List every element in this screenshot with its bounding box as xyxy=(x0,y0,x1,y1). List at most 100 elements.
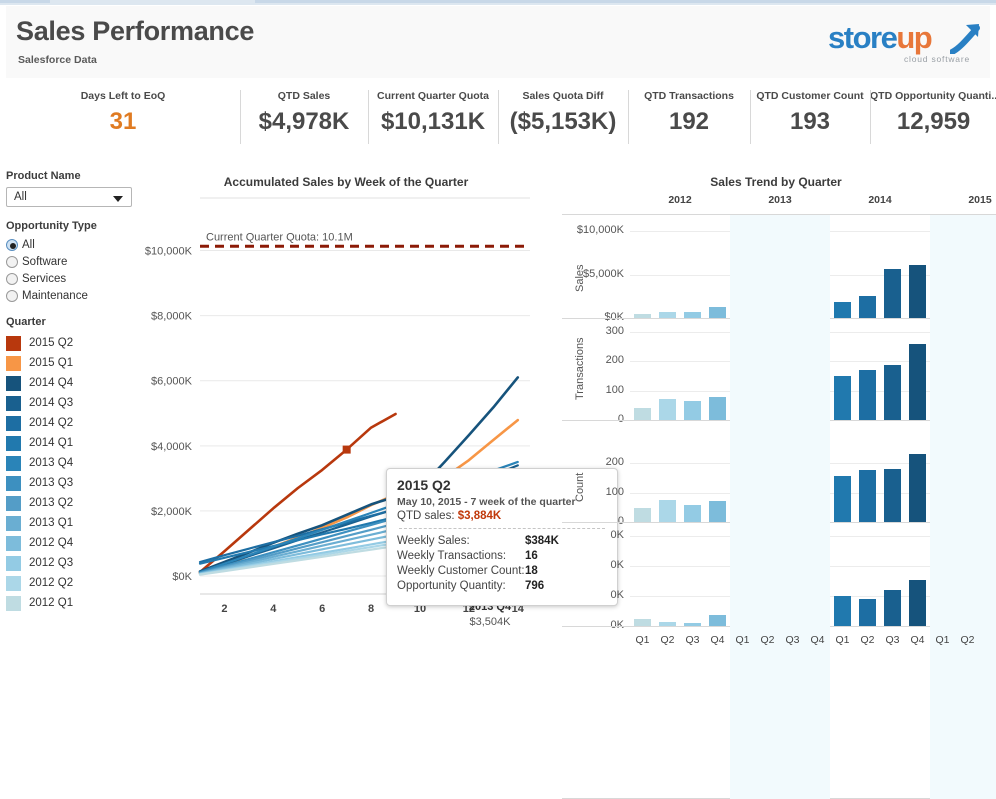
quarter-legend-item-0[interactable]: 2015 Q2 xyxy=(6,333,142,353)
kpi-card-3: Sales Quota Diff ($5,153K) xyxy=(498,86,628,148)
kpi-card-4: QTD Transactions 192 xyxy=(628,86,750,148)
trend-bar[interactable] xyxy=(884,468,901,522)
kpi-value: 192 xyxy=(668,108,710,135)
trend-bar[interactable] xyxy=(909,264,926,318)
trend-bar[interactable] xyxy=(909,344,926,420)
quarter-legend-item-13[interactable]: 2012 Q1 xyxy=(6,593,142,613)
trend-bar[interactable] xyxy=(834,595,851,626)
quarter-axis-label-11: Q4 xyxy=(910,634,925,646)
quarter-color-swatch xyxy=(6,475,21,491)
opportunity-type-option-label: Software xyxy=(22,256,68,268)
quarter-legend-label: 2014 Q1 xyxy=(29,437,74,449)
quarter-color-swatch xyxy=(6,335,21,351)
quota-reference-label: Current Quarter Quota: 10.1M xyxy=(206,231,353,243)
quarter-legend-item-10[interactable]: 2012 Q4 xyxy=(6,533,142,553)
tooltip-row-value: 796 xyxy=(525,580,545,592)
trend-bar[interactable] xyxy=(709,500,726,522)
quarter-legend-item-8[interactable]: 2013 Q2 xyxy=(6,493,142,513)
year-band-2015 xyxy=(930,215,996,799)
trend-bar[interactable] xyxy=(709,396,726,420)
quarter-legend-item-2[interactable]: 2014 Q4 xyxy=(6,373,142,393)
quarter-legend-item-4[interactable]: 2014 Q2 xyxy=(6,413,142,433)
quarter-legend-label: 2012 Q4 xyxy=(29,537,74,549)
quarter-legend-item-1[interactable]: 2015 Q1 xyxy=(6,353,142,373)
opportunity-type-option-1[interactable]: Software xyxy=(6,254,142,270)
quarter-legend-item-3[interactable]: 2014 Q3 xyxy=(6,393,142,413)
kpi-label: QTD Opportunity Quanti.. xyxy=(870,90,996,102)
quarter-axis-label-8: Q1 xyxy=(835,634,850,646)
x-axis-tick-label: 8 xyxy=(368,603,374,615)
x-axis-tick-label: 2 xyxy=(221,603,227,615)
quarter-axis-label-5: Q2 xyxy=(760,634,775,646)
panel-y-tick-label: 100 xyxy=(605,383,624,396)
quarter-color-swatch xyxy=(6,575,21,591)
trend-bar[interactable] xyxy=(859,599,876,626)
panel-y-tick-label: 0 xyxy=(617,515,624,527)
trend-bar[interactable] xyxy=(634,508,651,522)
kpi-value: 193 xyxy=(789,108,831,135)
quarter-color-swatch xyxy=(6,375,21,391)
kpi-card-0: Days Left to EoQ 31 xyxy=(6,86,240,148)
opportunity-type-option-0[interactable]: All xyxy=(6,237,142,253)
quarter-legend-label: 2012 Q3 xyxy=(29,557,74,569)
trend-bar[interactable] xyxy=(884,364,901,420)
radio-button[interactable] xyxy=(6,256,18,268)
trend-bar[interactable] xyxy=(659,398,676,420)
year-label-2015: 2015 xyxy=(968,194,992,206)
quarter-legend-item-11[interactable]: 2012 Q3 xyxy=(6,553,142,573)
highlighted-data-point[interactable] xyxy=(342,445,351,454)
opportunity-type-option-label: All xyxy=(22,239,35,251)
trend-bar[interactable] xyxy=(859,369,876,420)
quarter-legend-item-12[interactable]: 2012 Q2 xyxy=(6,573,142,593)
radio-button[interactable] xyxy=(6,239,18,251)
trend-bar[interactable] xyxy=(859,470,876,522)
year-label-2014: 2014 xyxy=(868,194,892,206)
product-name-select[interactable]: All xyxy=(6,187,132,207)
panel-y-tick-label: 200 xyxy=(605,354,624,367)
trend-bar[interactable] xyxy=(834,302,851,318)
radio-button[interactable] xyxy=(6,290,18,302)
quarter-axis-label-10: Q3 xyxy=(885,634,900,646)
tooltip-row-key: Weekly Customer Count: xyxy=(397,565,525,577)
quarter-axis-label-2: Q3 xyxy=(685,634,700,646)
kpi-card-2: Current Quarter Quota $10,131K xyxy=(368,86,498,148)
quarter-legend-item-7[interactable]: 2013 Q3 xyxy=(6,473,142,493)
quarter-legend-label: 2012 Q1 xyxy=(29,597,74,609)
page-title: Sales Performance xyxy=(16,16,255,46)
trend-bar[interactable] xyxy=(634,619,651,626)
y-axis-tick-label: $2,000K xyxy=(151,506,193,518)
tooltip-row-value: $384K xyxy=(525,535,559,547)
panel-y-tick-label: $0K xyxy=(604,311,624,323)
logo-tagline: cloud software xyxy=(903,54,970,64)
radio-button[interactable] xyxy=(6,273,18,285)
trend-bar[interactable] xyxy=(909,579,926,626)
opportunity-type-option-2[interactable]: Services xyxy=(6,271,142,287)
quarter-legend-item-9[interactable]: 2013 Q1 xyxy=(6,513,142,533)
trend-bar[interactable] xyxy=(709,307,726,318)
trend-bar[interactable] xyxy=(634,408,651,420)
quarter-axis-label-0: Q1 xyxy=(635,634,650,646)
quarter-legend: Quarter 2015 Q2 2015 Q1 2014 Q4 2014 Q3 2014… xyxy=(6,316,142,613)
year-label-2013: 2013 xyxy=(768,194,792,206)
kpi-label: QTD Sales xyxy=(277,90,331,102)
trend-bar[interactable] xyxy=(684,505,701,522)
trend-bar[interactable] xyxy=(859,296,876,318)
trend-bar[interactable] xyxy=(659,499,676,522)
trend-bar[interactable] xyxy=(709,614,726,626)
quarter-legend-label: 2013 Q3 xyxy=(29,477,74,489)
opportunity-type-option-3[interactable]: Maintenance xyxy=(6,288,142,304)
quarter-legend-item-5[interactable]: 2014 Q1 xyxy=(6,433,142,453)
year-header-row: 2012 2013 2014 2015 xyxy=(630,194,991,212)
logo-arrow-icon xyxy=(950,24,980,54)
trend-bar[interactable] xyxy=(909,453,926,522)
quarter-axis-label-12: Q1 xyxy=(935,634,950,646)
trend-bar[interactable] xyxy=(834,475,851,522)
panel-y-tick-label: $5,000K xyxy=(583,267,624,280)
top-strip-segment-left xyxy=(0,0,50,3)
trend-bar[interactable] xyxy=(884,268,901,318)
trend-bar[interactable] xyxy=(884,590,901,626)
quarter-legend-item-6[interactable]: 2013 Q4 xyxy=(6,453,142,473)
trend-bar[interactable] xyxy=(684,400,701,420)
trend-bar[interactable] xyxy=(834,376,851,420)
opportunity-type-option-label: Maintenance xyxy=(22,290,88,302)
